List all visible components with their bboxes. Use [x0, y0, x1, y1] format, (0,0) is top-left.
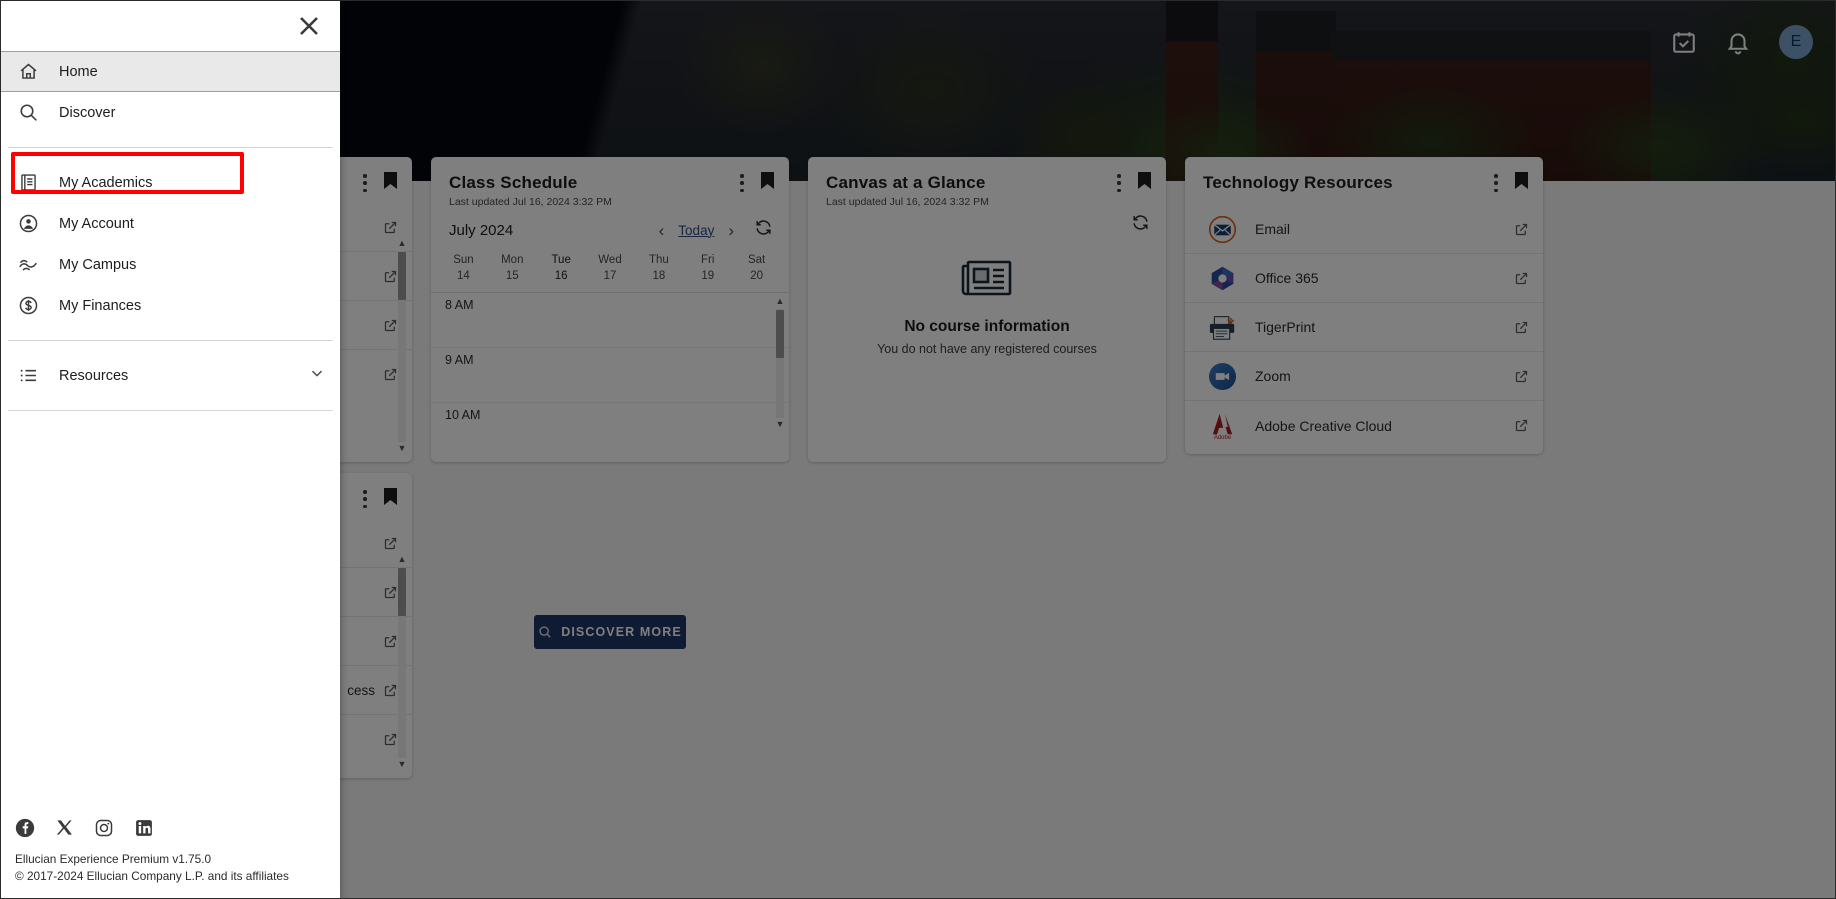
sidebar-item-label: Discover — [59, 105, 115, 121]
x-twitter-icon[interactable] — [55, 818, 74, 837]
facebook-icon[interactable] — [15, 818, 35, 838]
chevron-down-icon[interactable] — [308, 364, 326, 387]
list-icon — [15, 365, 41, 386]
home-icon — [15, 61, 41, 82]
app-root: E ▲ ▼ — [0, 0, 1836, 899]
sidebar-item-discover[interactable]: Discover — [1, 92, 340, 133]
social-links — [15, 818, 326, 838]
drawer-spacer — [1, 425, 340, 818]
sidebar-item-resources[interactable]: Resources — [1, 355, 340, 396]
divider — [8, 410, 333, 411]
sidebar-item-label: My Academics — [59, 175, 152, 191]
sidebar-item-label: Home — [59, 64, 98, 80]
divider — [8, 340, 333, 341]
sidebar-item-my-account[interactable]: My Account — [1, 203, 340, 244]
sidebar-item-my-academics[interactable]: My Academics — [1, 162, 340, 203]
navigation-drawer: Home Discover My Academics My Account — [1, 1, 340, 899]
sidebar-item-my-finances[interactable]: My Finances — [1, 285, 340, 326]
footer-copyright: © 2017-2024 Ellucian Company L.P. and it… — [15, 868, 326, 886]
sidebar-item-label: Resources — [59, 368, 128, 384]
person-circle-icon — [15, 213, 41, 234]
drawer-topbar — [1, 1, 340, 51]
drawer-footer: Ellucian Experience Premium v1.75.0 © 20… — [1, 818, 340, 899]
footer-version: Ellucian Experience Premium v1.75.0 — [15, 851, 326, 869]
book-icon — [15, 172, 41, 193]
sidebar-item-label: My Account — [59, 216, 134, 232]
close-icon[interactable] — [294, 11, 324, 41]
my-academics-wrapper: My Academics — [1, 162, 340, 203]
linkedin-icon[interactable] — [134, 818, 154, 838]
sidebar-item-home[interactable]: Home — [1, 51, 340, 92]
sidebar-item-label: My Finances — [59, 298, 141, 314]
campus-icon — [15, 254, 41, 276]
sidebar-item-my-campus[interactable]: My Campus — [1, 244, 340, 285]
divider — [8, 147, 333, 148]
sidebar-item-label: My Campus — [59, 257, 136, 273]
instagram-icon[interactable] — [94, 818, 114, 838]
dollar-circle-icon — [15, 295, 41, 316]
search-icon — [15, 102, 41, 123]
